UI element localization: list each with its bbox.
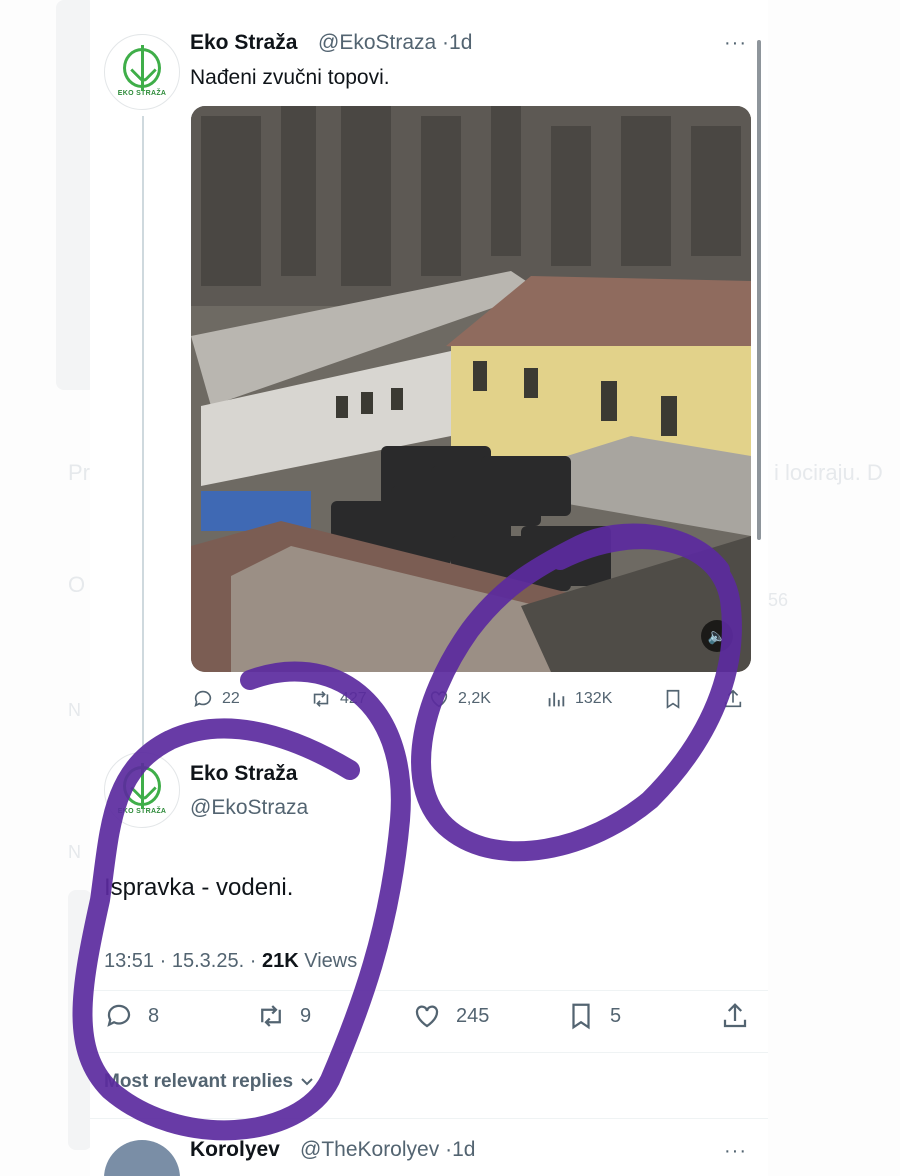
- bookmark-button[interactable]: [662, 688, 684, 710]
- more-options-button[interactable]: ···: [724, 1140, 747, 1163]
- views-icon: [548, 692, 565, 707]
- reply-icon: [194, 690, 212, 707]
- thread-line: [142, 116, 144, 746]
- retweet-icon: [261, 1005, 281, 1027]
- video-player[interactable]: 🔈: [191, 106, 751, 672]
- separator: ·: [442, 31, 450, 54]
- tweet-time[interactable]: 13:51: [104, 950, 154, 972]
- bookmark-count: 5: [610, 1004, 622, 1027]
- tweet-text: Nađeni zvučni topovi.: [190, 66, 390, 89]
- reply-count: 22: [222, 690, 240, 707]
- like-count: 2,2K: [458, 690, 491, 707]
- chevron-down-icon: [301, 1078, 313, 1086]
- reply-count: 8: [148, 1004, 160, 1027]
- divider: [90, 1052, 768, 1053]
- avatar[interactable]: EKO STRAŽA: [104, 752, 180, 828]
- shield-logo-icon: [123, 44, 161, 91]
- handle-text[interactable]: @EkoStraza: [318, 31, 436, 54]
- retweet-button[interactable]: 9: [256, 1001, 311, 1031]
- background-text: i lociraju. D: [774, 460, 883, 485]
- share-button[interactable]: [722, 688, 744, 710]
- scrollbar[interactable]: [757, 40, 761, 540]
- background-text: N: [68, 700, 81, 720]
- like-button[interactable]: 2,2K: [428, 688, 491, 710]
- background-text: Pr: [68, 460, 90, 485]
- background-text: N: [68, 842, 81, 862]
- views-label: Views: [304, 950, 358, 972]
- separator: ·: [249, 950, 257, 972]
- retweet-button[interactable]: 427: [310, 688, 367, 710]
- share-button[interactable]: [720, 1001, 750, 1031]
- sound-button[interactable]: 🔈: [701, 620, 733, 652]
- bookmark-icon: [572, 1003, 590, 1030]
- shield-logo-icon: [123, 762, 161, 809]
- like-count: 245: [456, 1004, 490, 1027]
- retweet-count: 427: [340, 690, 367, 707]
- author-name[interactable]: Eko Straža: [190, 31, 297, 55]
- divider: [90, 990, 768, 991]
- tweet-age[interactable]: 1d: [449, 31, 472, 54]
- author-name[interactable]: Korolyev: [190, 1138, 280, 1162]
- reply-icon: [107, 1004, 131, 1027]
- background-text: O: [68, 572, 86, 597]
- share-icon: [723, 1003, 747, 1028]
- author-name[interactable]: Eko Straža: [190, 762, 297, 786]
- avatar-logo-text: EKO STRAŽA: [117, 807, 167, 815]
- bookmark-icon: [666, 689, 680, 709]
- like-icon: [415, 1005, 439, 1028]
- video-frame: [191, 106, 751, 672]
- more-options-button[interactable]: ···: [724, 32, 747, 55]
- divider: [90, 1118, 768, 1119]
- background-card: [68, 890, 92, 1150]
- views-count: 21K: [261, 950, 299, 972]
- handle-text[interactable]: @TheKorolyev: [300, 1138, 439, 1161]
- separator: ·: [159, 950, 167, 972]
- replies-sort-dropdown[interactable]: Most relevant replies: [104, 1071, 315, 1093]
- like-icon: [430, 691, 448, 708]
- retweet-icon: [313, 691, 329, 707]
- replies-sort-label: Most relevant replies: [104, 1071, 294, 1092]
- like-button[interactable]: 245: [412, 1001, 489, 1031]
- sound-icon: 🔈: [707, 628, 727, 645]
- views-count: 132K: [575, 690, 613, 707]
- author-handle[interactable]: @EkoStraza ·1d: [318, 31, 472, 55]
- tweet-meta: 13:51 · 15.3.25. · 21K Views: [104, 950, 357, 973]
- background-text: 56: [768, 590, 789, 610]
- tweet-text: Ispravka - vodeni.: [104, 874, 294, 901]
- reply-button[interactable]: 22: [192, 688, 240, 710]
- author-handle[interactable]: @TheKorolyev ·1d: [300, 1138, 475, 1162]
- views-button[interactable]: 132K: [545, 688, 612, 710]
- tweet-date[interactable]: 15.3.25.: [172, 950, 244, 972]
- avatar[interactable]: EKO STRAŽA: [104, 34, 180, 110]
- reply-button[interactable]: 8: [104, 1001, 159, 1031]
- bookmark-button[interactable]: 5: [566, 1001, 621, 1031]
- tweet-age[interactable]: 1d: [452, 1138, 475, 1161]
- author-handle[interactable]: @EkoStraza: [190, 796, 308, 820]
- avatar-logo-text: EKO STRAŽA: [117, 89, 167, 97]
- retweet-count: 9: [300, 1004, 312, 1027]
- separator: ·: [445, 1138, 453, 1161]
- share-icon: [724, 689, 742, 708]
